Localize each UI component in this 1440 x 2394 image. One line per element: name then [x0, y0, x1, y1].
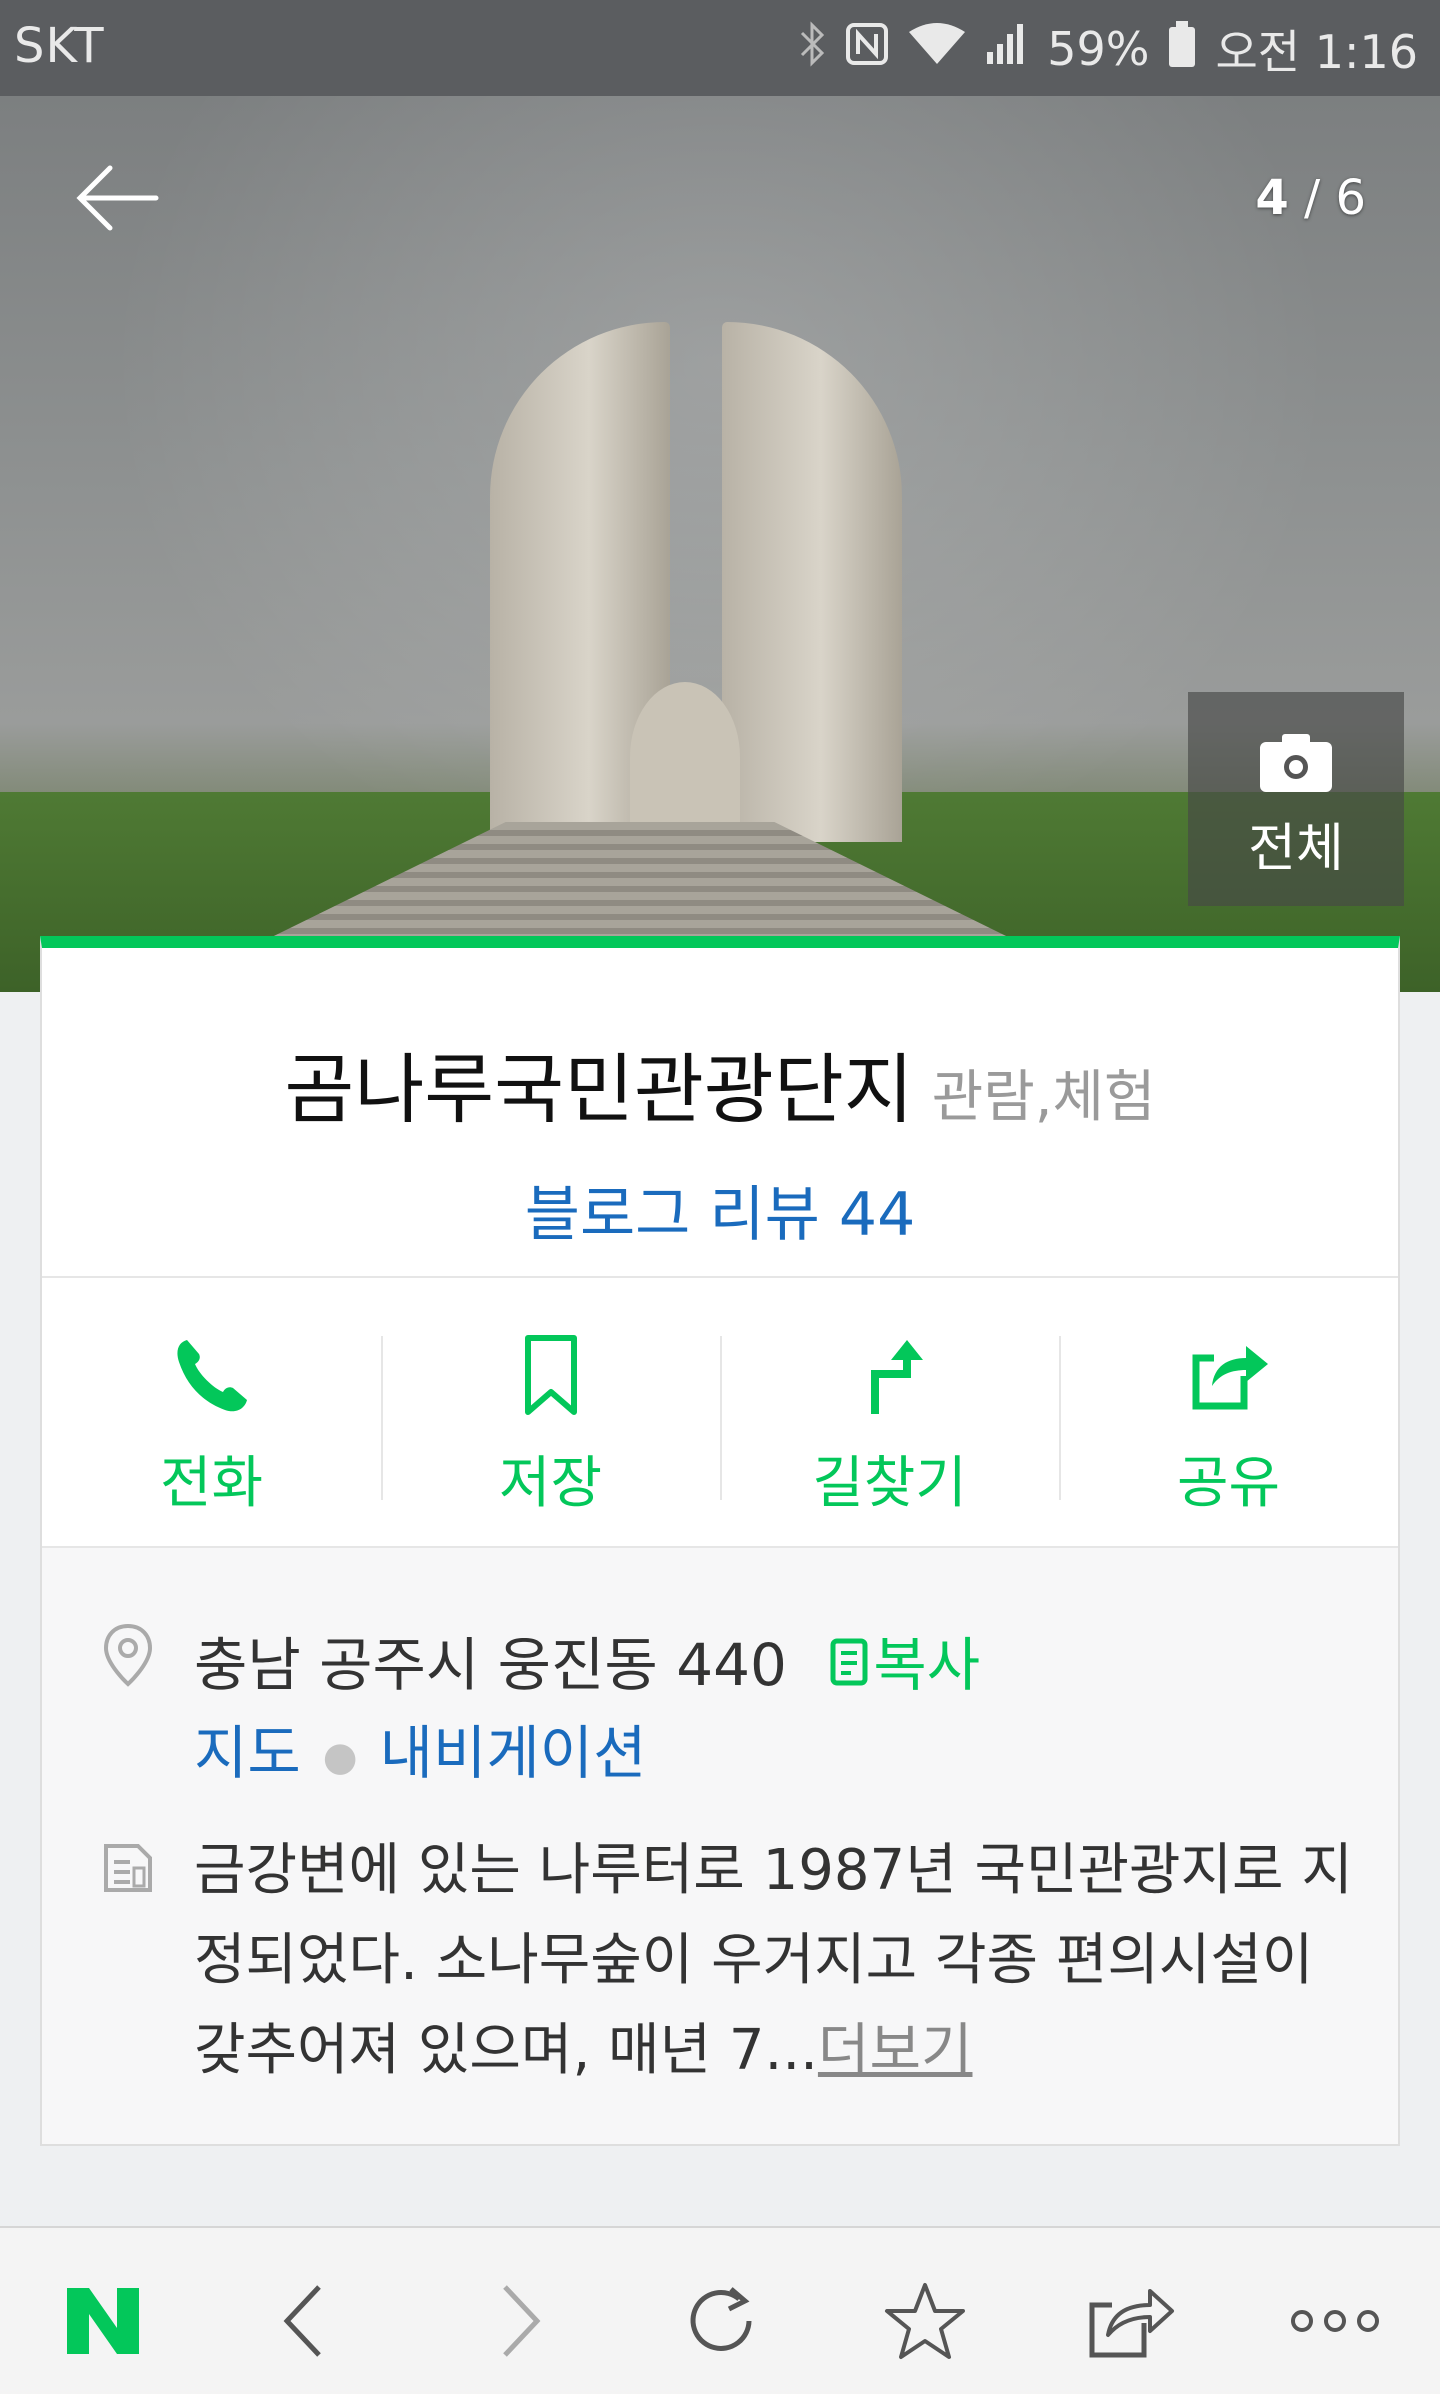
copy-icon [830, 1638, 868, 1686]
refresh-button[interactable] [676, 2276, 766, 2366]
address-text: 충남 공주시 웅진동 440 [194, 1631, 787, 1699]
location-pin-icon [100, 1622, 156, 1692]
bluetooth-icon [797, 19, 827, 80]
place-category: 관람,체험 [931, 1065, 1156, 1130]
naver-logo-icon [67, 2288, 139, 2354]
address-row: 충남 공주시 웅진동 440 복사 [194, 1618, 980, 1702]
browser-back-button[interactable] [260, 2276, 350, 2366]
share-icon [1089, 2289, 1174, 2358]
photo-separator: / [1304, 170, 1321, 226]
photo-counter: 4 / 6 [1255, 170, 1366, 226]
place-header: 곰나루국민관광단지 관람,체험 블로그 리뷰 44 [42, 948, 1398, 1278]
view-all-photos-button[interactable]: 전체 [1188, 692, 1404, 906]
place-card: 곰나루국민관광단지 관람,체험 블로그 리뷰 44 전화 저장 길찾기 공유 충… [40, 936, 1400, 2146]
bookmark-icon [381, 1330, 720, 1420]
more-link[interactable]: 더보기 [818, 2018, 973, 2083]
camera-icon [1188, 730, 1404, 800]
share-label: 공유 [1176, 1451, 1281, 1516]
place-name: 곰나루국민관광단지 [284, 1045, 914, 1134]
photo-total: 6 [1335, 170, 1366, 226]
action-bar: 전화 저장 길찾기 공유 [42, 1278, 1398, 1548]
signal-icon [985, 22, 1029, 77]
page-share-button[interactable] [1086, 2276, 1176, 2366]
place-info: 충남 공주시 웅진동 440 복사 지도 ● 내비게이션 금강변에 있는 나루터로 … [42, 1548, 1398, 2144]
view-all-label: 전체 [1248, 819, 1344, 879]
battery-icon [1167, 19, 1197, 80]
directions-icon [720, 1330, 1059, 1420]
carrier-label: SKT [14, 18, 105, 74]
navigation-link[interactable]: 내비게이션 [380, 1719, 647, 1787]
copy-address-button[interactable]: 복사 [829, 1631, 980, 1699]
more-dots-icon [1291, 2310, 1379, 2332]
chevron-left-icon [283, 2285, 321, 2357]
directions-button[interactable]: 길찾기 [720, 1278, 1059, 1546]
more-menu-button[interactable] [1290, 2276, 1380, 2366]
copy-label: 복사 [873, 1631, 981, 1699]
arrow-left-icon [76, 165, 159, 231]
clock: 오전 1:16 [1215, 25, 1418, 79]
place-description: 금강변에 있는 나루터로 1987년 국민관광지로 지정되었다. 소나무숲이 우… [194, 1826, 1374, 2096]
directions-label: 길찾기 [812, 1451, 967, 1516]
browser-toolbar [0, 2226, 1440, 2394]
wifi-icon [907, 22, 967, 77]
browser-forward-button[interactable] [474, 2276, 564, 2366]
photo-current: 4 [1255, 170, 1289, 226]
battery-percent: 59% [1047, 22, 1150, 76]
blog-review-link[interactable]: 블로그 리뷰 44 [42, 1166, 1398, 1253]
bookmark-star-button[interactable] [880, 2276, 970, 2366]
naver-home-button[interactable] [58, 2276, 148, 2366]
save-button[interactable]: 저장 [381, 1278, 720, 1546]
star-icon [885, 2283, 965, 2359]
status-bar: SKT 59% 오전 1:16 [0, 0, 1440, 96]
separator-dot: ● [322, 1733, 358, 1780]
nfc-icon [845, 22, 889, 77]
share-icon [1059, 1330, 1398, 1420]
call-button[interactable]: 전화 [42, 1278, 381, 1546]
call-label: 전화 [159, 1451, 264, 1516]
chevron-right-icon [503, 2285, 541, 2357]
save-label: 저장 [498, 1451, 603, 1516]
status-icons: 59% 오전 1:16 [797, 14, 1418, 84]
back-button[interactable] [70, 150, 166, 246]
refresh-icon [690, 2287, 752, 2351]
map-link[interactable]: 지도 [194, 1719, 301, 1787]
phone-icon [42, 1330, 381, 1420]
map-links: 지도 ● 내비게이션 [194, 1706, 646, 1790]
description-text: 금강변에 있는 나루터로 1987년 국민관광지로 지정되었다. 소나무숲이 우… [194, 1838, 1353, 2083]
document-icon [100, 1840, 156, 1900]
share-button[interactable]: 공유 [1059, 1278, 1398, 1546]
